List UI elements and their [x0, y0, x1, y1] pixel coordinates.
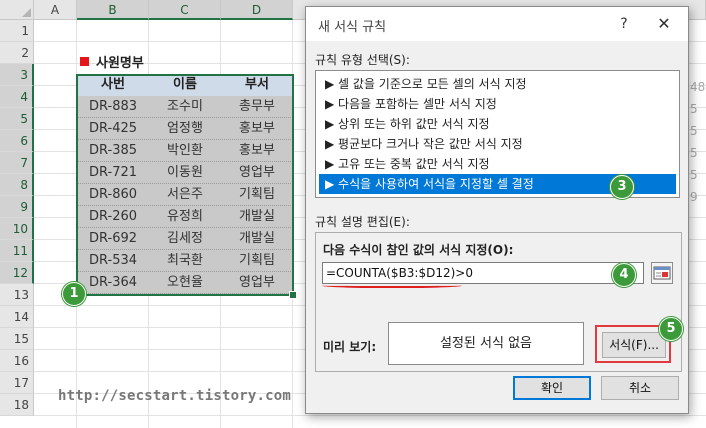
- rule-type-item[interactable]: ▶ 셀 값을 기준으로 모든 셀의 서식 지정: [319, 74, 676, 94]
- row-header[interactable]: 15: [0, 328, 34, 350]
- partial-cell-value: 5: [690, 146, 698, 160]
- step-badge-5: 5: [659, 317, 683, 341]
- help-button[interactable]: ?: [614, 14, 634, 34]
- formula-red-underline: [322, 282, 462, 288]
- step-badge-4: 4: [612, 263, 636, 287]
- row-header[interactable]: 12: [0, 262, 34, 284]
- partial-cell-value: 489: [690, 80, 706, 94]
- partial-cell-value: 5: [690, 124, 698, 138]
- fill-handle[interactable]: [289, 291, 297, 299]
- close-button[interactable]: ✕: [652, 13, 676, 35]
- preview-box: 설정된 서식 없음: [388, 322, 584, 365]
- row-header[interactable]: 4: [0, 86, 34, 108]
- gridline: [34, 415, 706, 416]
- row-header[interactable]: 13: [0, 284, 34, 306]
- row-header[interactable]: 7: [0, 152, 34, 174]
- title-bullet-icon: [80, 57, 89, 66]
- row-header[interactable]: 9: [0, 196, 34, 218]
- rule-type-item[interactable]: ▶ 평균보다 크거나 작은 값만 서식 지정: [319, 134, 676, 154]
- row-header[interactable]: 16: [0, 350, 34, 372]
- rule-description-label: 규칙 설명 편집(E):: [315, 215, 410, 229]
- partial-cell-value: 5: [690, 168, 698, 182]
- row-header[interactable]: 3: [0, 64, 34, 86]
- column-header-a[interactable]: A: [34, 0, 77, 20]
- dialog-titlebar[interactable]: 새 서식 규칙 ? ✕: [306, 7, 688, 41]
- step-badge-1: 1: [62, 282, 86, 306]
- watermark: http://secstart.tistory.com: [58, 388, 291, 404]
- row-header[interactable]: 6: [0, 130, 34, 152]
- formula-label: 다음 수식이 참인 값의 서식 지정(O):: [323, 243, 514, 257]
- column-header-d[interactable]: D: [221, 0, 293, 20]
- sheet-title: 사원명부: [96, 56, 144, 71]
- select-all-corner[interactable]: [0, 0, 34, 20]
- step-badge-3: 3: [610, 175, 634, 199]
- range-picker-button[interactable]: [651, 262, 673, 284]
- row-header[interactable]: 10: [0, 218, 34, 240]
- row-header[interactable]: 8: [0, 174, 34, 196]
- formula-input[interactable]: =COUNTA($B3:$D12)>0: [322, 262, 644, 284]
- rule-type-item[interactable]: ▶ 고유 또는 중복 값만 서식 지정: [319, 154, 676, 174]
- rule-type-item[interactable]: ▶ 다음을 포함하는 셀만 서식 지정: [319, 94, 676, 114]
- row-header[interactable]: 18: [0, 394, 34, 416]
- rule-type-label: 규칙 유형 선택(S):: [315, 53, 410, 67]
- row-header[interactable]: 11: [0, 240, 34, 262]
- row-header[interactable]: 17: [0, 372, 34, 394]
- rule-type-item[interactable]: ▶ 상위 또는 하위 값만 서식 지정: [319, 114, 676, 134]
- column-header-c[interactable]: C: [149, 0, 221, 20]
- row-header[interactable]: 14: [0, 306, 34, 328]
- row-header[interactable]: 1: [0, 20, 34, 42]
- new-formatting-rule-dialog: 새 서식 규칙 ? ✕ 규칙 유형 선택(S): ▶ 셀 값을 기준으로 모든 …: [305, 6, 689, 414]
- ok-button[interactable]: 확인: [513, 376, 591, 400]
- row-header[interactable]: 2: [0, 42, 34, 64]
- partial-cell-value: 5: [690, 102, 698, 116]
- partial-cell-value: 9: [690, 190, 698, 204]
- dialog-title: 새 서식 규칙: [318, 20, 387, 35]
- preview-label: 미리 보기:: [323, 340, 377, 354]
- row-header[interactable]: 5: [0, 108, 34, 130]
- range-picker-icon: [653, 266, 671, 280]
- column-header-b[interactable]: B: [77, 0, 149, 20]
- cancel-button[interactable]: 취소: [601, 376, 679, 400]
- range-selection-border: [76, 74, 294, 296]
